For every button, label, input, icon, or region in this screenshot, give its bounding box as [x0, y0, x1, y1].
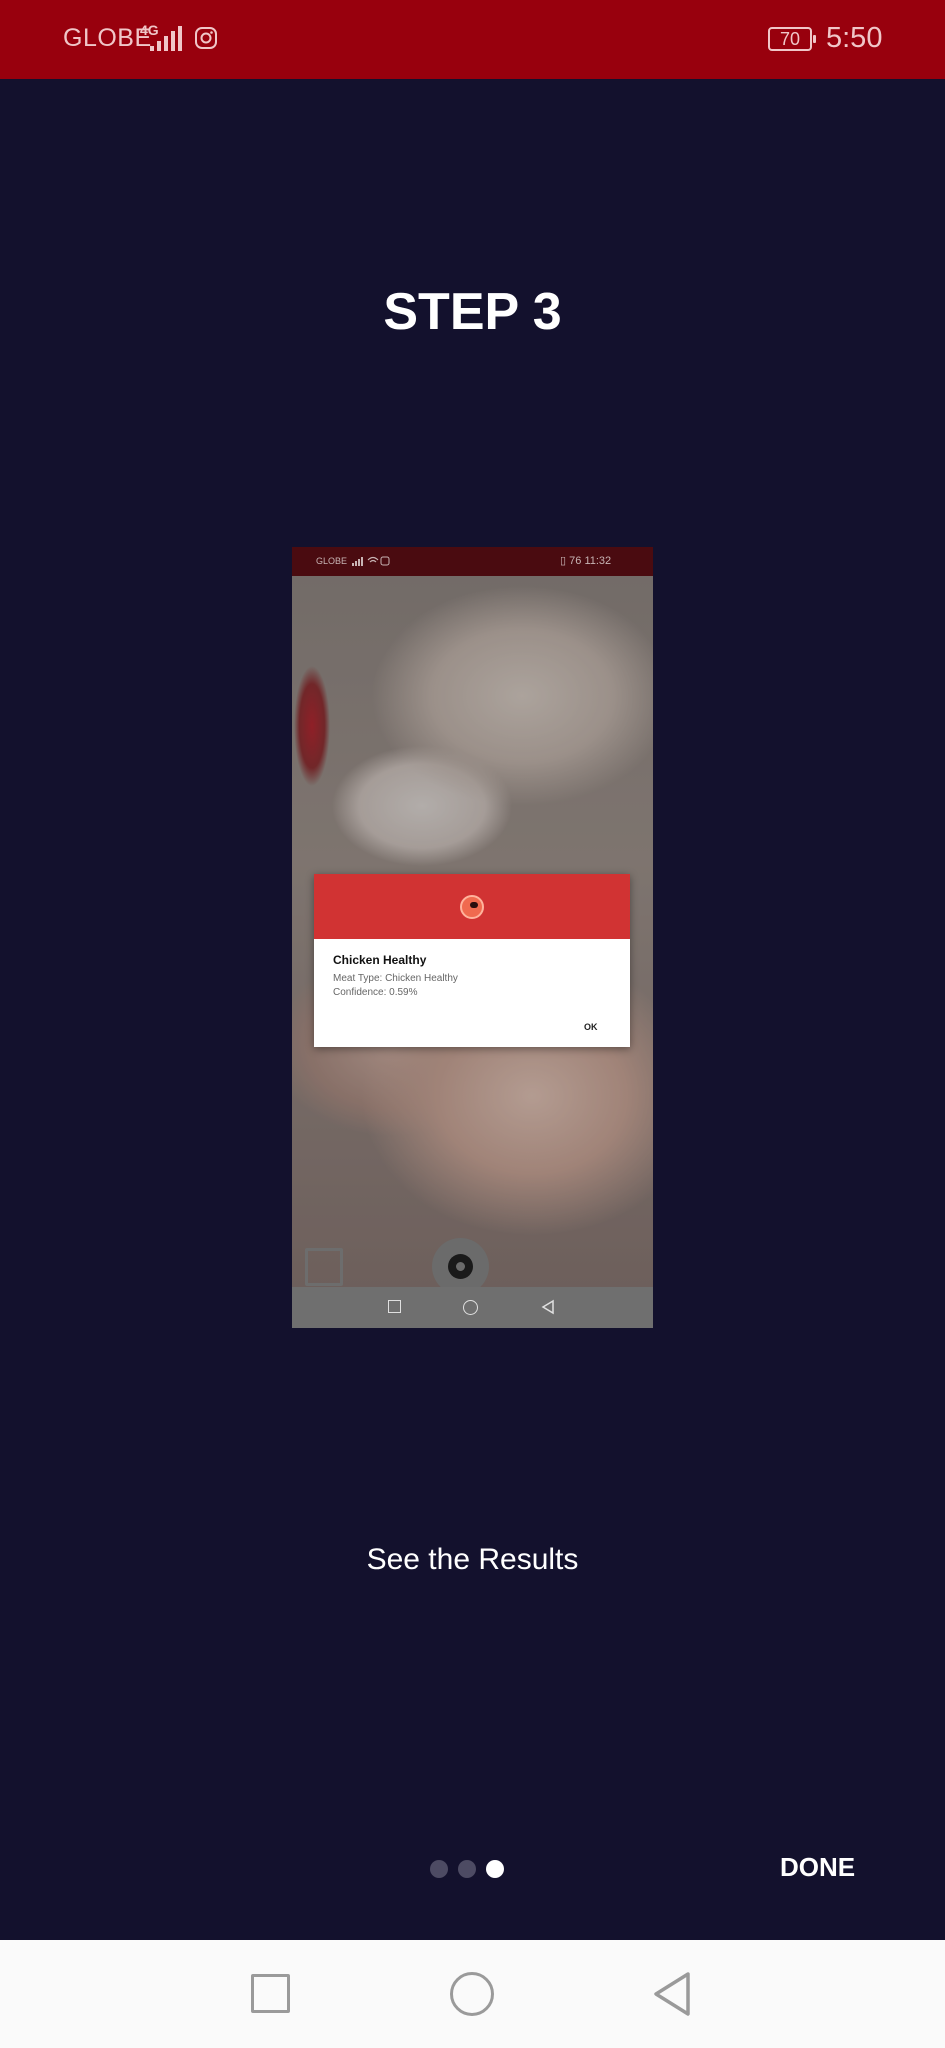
preview-vibrate-icon: ▯ [560, 555, 567, 567]
done-button[interactable]: DONE [780, 1852, 855, 1883]
preview-home-icon [463, 1300, 478, 1315]
step-caption: See the Results [366, 1543, 579, 1576]
back-icon[interactable] [651, 1970, 693, 2018]
preview-carrier: GLOBE [316, 556, 348, 566]
page-indicator-dot-3-active [486, 1860, 504, 1878]
recents-icon[interactable] [251, 1974, 290, 2013]
preview-back-icon [541, 1299, 554, 1315]
dialog-header [314, 874, 630, 939]
dialog-title: Chicken Healthy [333, 953, 427, 967]
status-bar: GLOBE 4G 70 5:50 [0, 0, 945, 79]
page-indicator-dot-1 [430, 1860, 448, 1878]
meat-logo-icon [460, 895, 484, 919]
camera-preview-photo: Chicken Healthy Meat Type: Chicken Healt… [292, 576, 653, 1295]
dialog-ok-button: OK [584, 1022, 598, 1032]
preview-battery: 76 [569, 555, 582, 567]
instagram-icon [195, 27, 217, 49]
dialog-confidence: Confidence: 0.59% [333, 987, 418, 998]
preview-recents-icon [388, 1300, 401, 1313]
battery-icon: 70 [768, 27, 816, 51]
home-icon[interactable] [450, 1972, 494, 2016]
result-dialog: Chicken Healthy Meat Type: Chicken Healt… [314, 874, 630, 1047]
page-title: STEP 3 [383, 283, 562, 341]
preview-status-bar: GLOBE ▯ 76 11:32 [292, 547, 653, 576]
page-indicator-dot-2 [458, 1860, 476, 1878]
clock: 5:50 [826, 22, 883, 54]
preview-signal-icon [352, 556, 390, 566]
dialog-meat-type: Meat Type: Chicken Healthy [333, 973, 458, 984]
preview-status-right: ▯ 76 11:32 [560, 554, 611, 567]
screenshot-preview: GLOBE ▯ 76 11:32 Chicken Healthy Meat Ty… [292, 547, 653, 1328]
signal-icon [150, 26, 182, 51]
gallery-icon [305, 1248, 343, 1286]
battery-level: 70 [779, 29, 801, 49]
preview-time: 11:32 [584, 555, 612, 567]
preview-nav-bar [292, 1287, 653, 1328]
system-nav-bar [0, 1940, 945, 2048]
